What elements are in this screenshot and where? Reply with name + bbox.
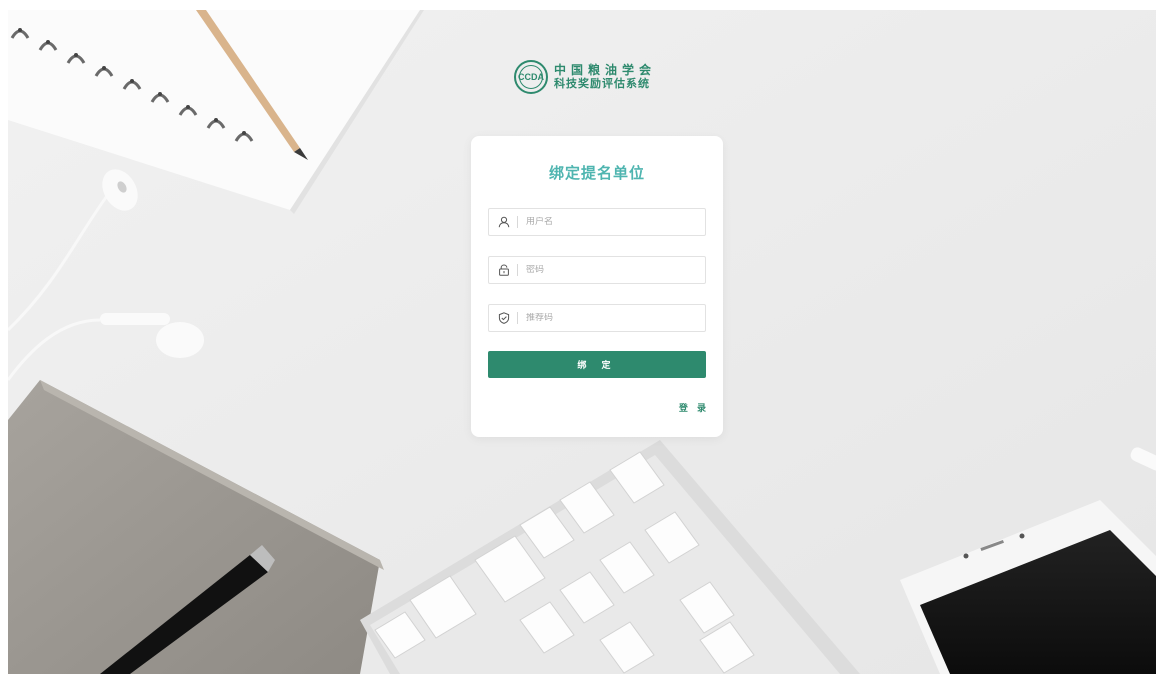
password-input[interactable] (526, 265, 676, 275)
site-logo: CCDA 中国粮油学会 科技奖励评估系统 (514, 56, 674, 98)
logo-seal: CCDA (514, 60, 548, 94)
field-divider (517, 264, 518, 276)
user-icon (493, 209, 515, 235)
shield-check-icon (493, 305, 515, 331)
username-field[interactable] (488, 208, 706, 236)
field-divider (517, 216, 518, 228)
form-title: 绑定提名单位 (548, 164, 645, 182)
logo-text: 中国粮油学会 科技奖励评估系统 (554, 63, 656, 91)
lock-icon (493, 257, 515, 283)
frame-right (1156, 0, 1164, 674)
recommend-code-field[interactable] (488, 304, 706, 332)
logo-org-name: 中国粮油学会 (554, 63, 657, 77)
bind-form-card: 绑定提名单位 绑 定 (471, 136, 723, 437)
bind-button[interactable]: 绑 定 (488, 351, 706, 378)
frame-left (0, 0, 8, 674)
logo-system-name: 科技奖励评估系统 (554, 77, 650, 90)
login-link[interactable]: 登 录 (679, 401, 709, 414)
frame-top (0, 0, 1164, 10)
field-divider (517, 312, 518, 324)
recommend-code-input[interactable] (526, 313, 676, 323)
logo-seal-text: CCDA (518, 72, 544, 82)
username-input[interactable] (526, 217, 676, 227)
password-field[interactable] (488, 256, 706, 284)
